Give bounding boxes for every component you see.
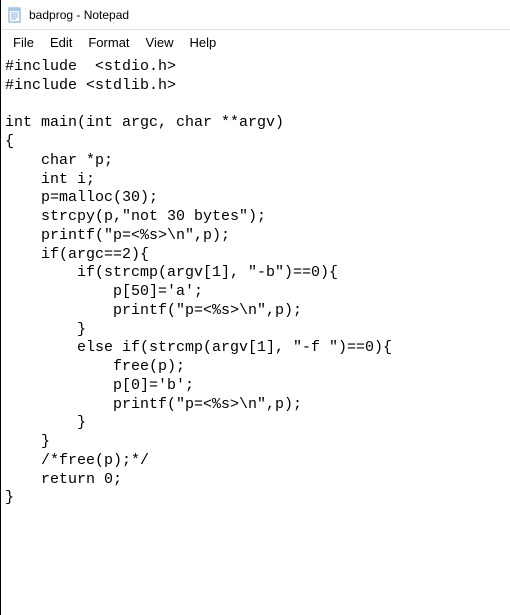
menu-file[interactable]: File	[5, 33, 42, 52]
menu-help[interactable]: Help	[181, 33, 224, 52]
titlebar: badprog - Notepad	[1, 0, 510, 30]
menu-format[interactable]: Format	[80, 33, 137, 52]
text-editor[interactable]: #include <stdio.h> #include <stdlib.h> i…	[1, 54, 510, 512]
notepad-icon	[7, 7, 23, 23]
menu-edit[interactable]: Edit	[42, 33, 80, 52]
menu-view[interactable]: View	[138, 33, 182, 52]
menubar: File Edit Format View Help	[1, 30, 510, 54]
window-title: badprog - Notepad	[29, 8, 129, 22]
